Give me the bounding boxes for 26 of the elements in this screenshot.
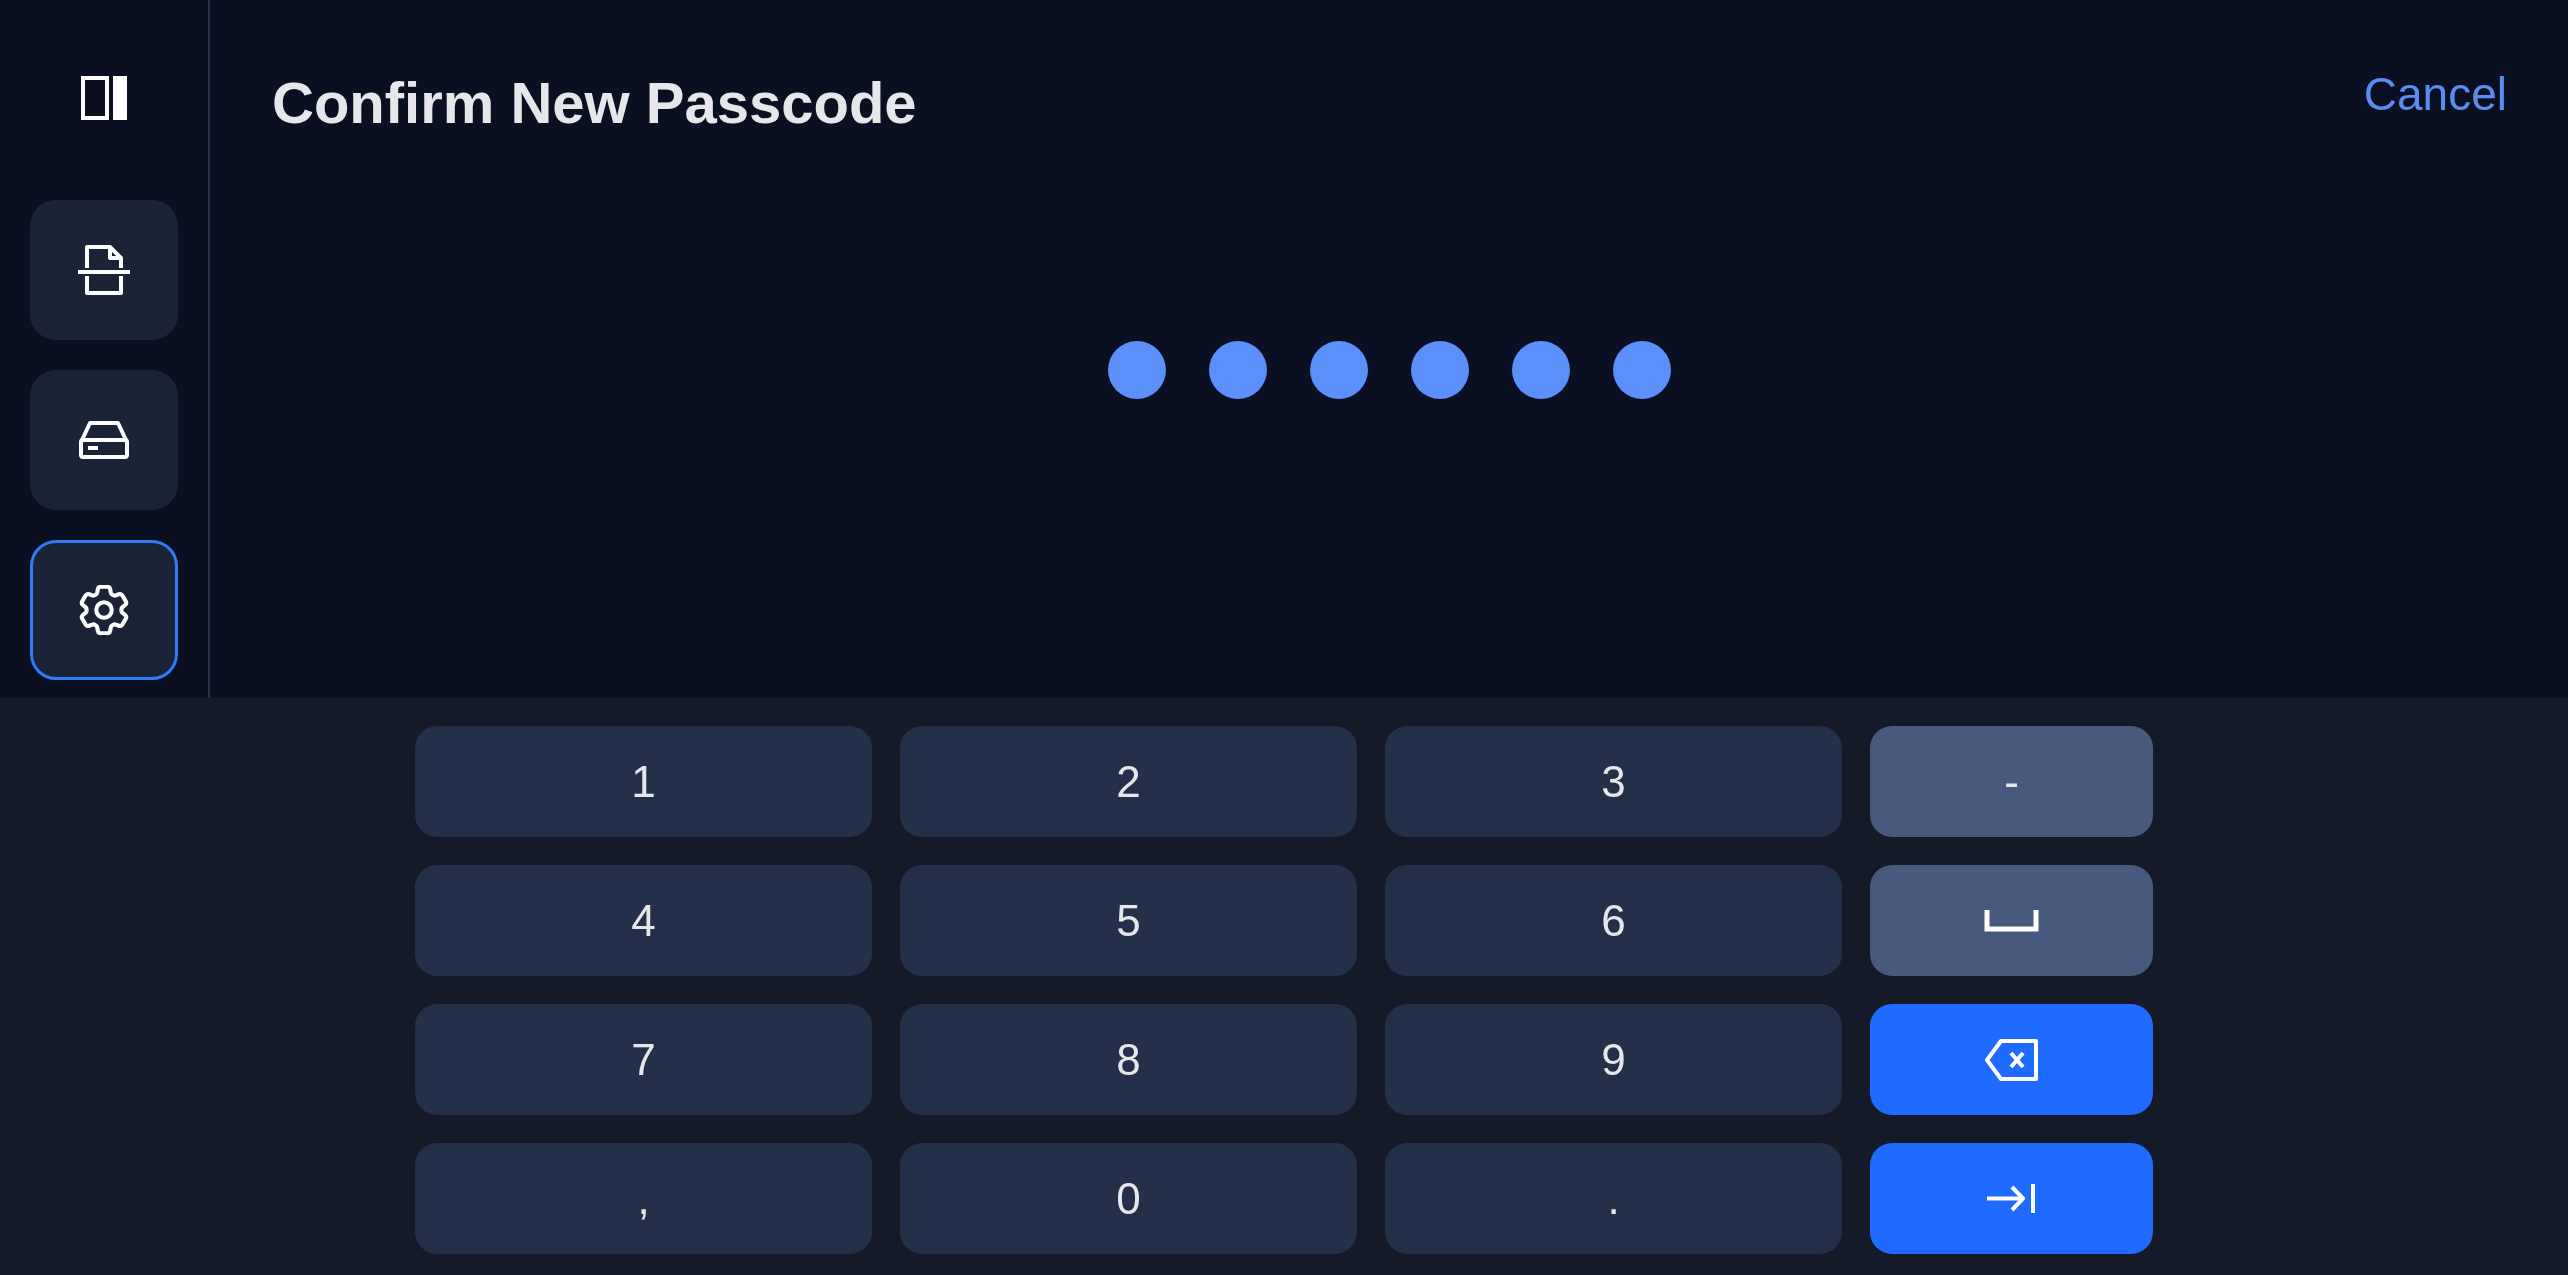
sidebar-button[interactable] [30, 200, 178, 340]
sidebar-button[interactable] [30, 540, 178, 680]
backspace-icon [1984, 1037, 2039, 1082]
sidebar-toggle-icon[interactable] [81, 76, 127, 120]
keypad-key[interactable]: 9 [1385, 1004, 1842, 1115]
keypad-key[interactable]: . [1385, 1143, 1842, 1254]
keypad-key[interactable]: 2 [900, 726, 1357, 837]
keypad-key[interactable]: 8 [900, 1004, 1357, 1115]
cancel-button[interactable]: Cancel [2363, 71, 2507, 117]
settings-icon [79, 585, 129, 635]
keypad-key[interactable]: 6 [1385, 865, 1842, 976]
keypad-key[interactable]: 1 [415, 726, 872, 837]
keypad-key[interactable]: 3 [1385, 726, 1842, 837]
keypad-key[interactable]: - [1870, 726, 2153, 837]
arrow-to-bar-icon [1986, 1184, 2037, 1213]
page-title: Confirm New Passcode [272, 74, 917, 132]
sidebar-button[interactable] [30, 370, 178, 510]
keypad-key[interactable]: 5 [900, 865, 1357, 976]
keypad-key[interactable]: 0 [900, 1143, 1357, 1254]
keypad-key[interactable]: 7 [415, 1004, 872, 1115]
space-icon [1984, 909, 2039, 932]
keypad-key[interactable]: 4 [415, 865, 872, 976]
document-scan-icon [77, 244, 131, 296]
keypad-key[interactable]: , [415, 1143, 872, 1254]
backspace-key[interactable] [1870, 1004, 2153, 1115]
drive-icon [78, 420, 130, 460]
